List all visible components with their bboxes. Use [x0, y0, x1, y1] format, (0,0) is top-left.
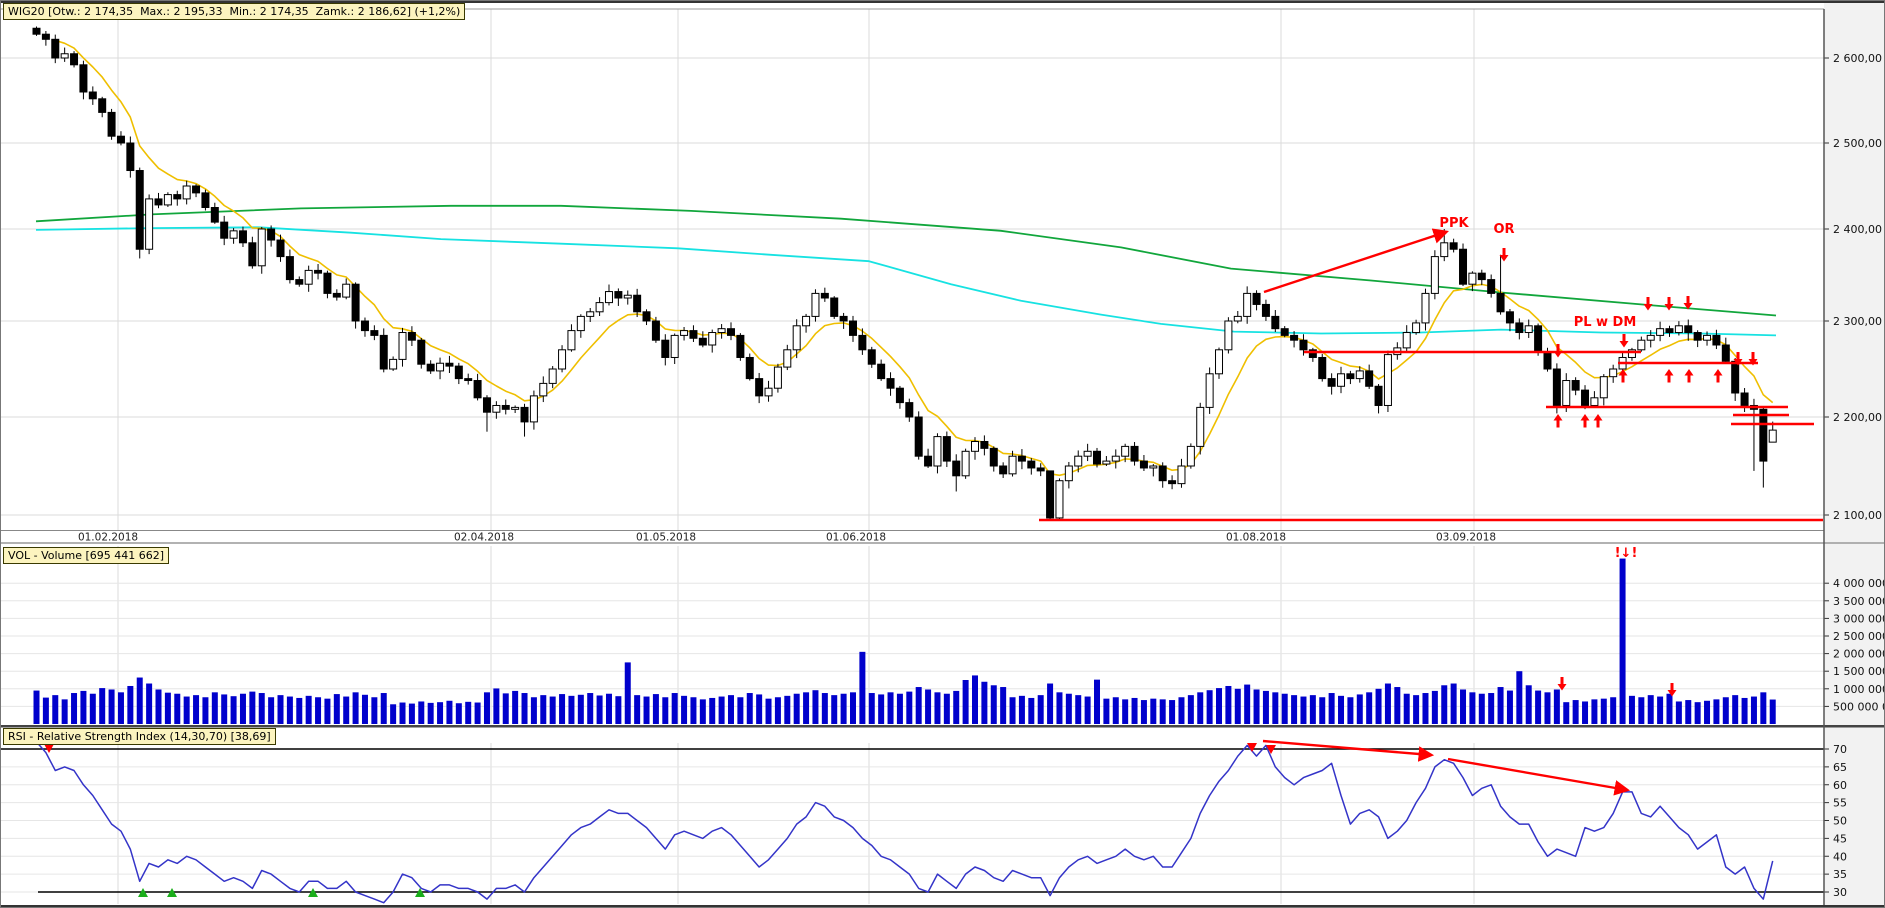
svg-text:2 200,00: 2 200,00 [1833, 411, 1882, 424]
svg-text:2 500 000 000: 2 500 000 000 [1833, 630, 1885, 643]
svg-text:2 400,00: 2 400,00 [1833, 223, 1882, 236]
svg-text:2 300,00: 2 300,00 [1833, 315, 1882, 328]
svg-text:01.06.2018: 01.06.2018 [826, 532, 886, 544]
svg-text:30: 30 [1833, 886, 1847, 899]
svg-text:2 600,00: 2 600,00 [1833, 52, 1882, 65]
svg-text:PPK: PPK [1439, 216, 1469, 231]
svg-text:60: 60 [1833, 779, 1847, 792]
svg-text:01.05.2018: 01.05.2018 [636, 532, 696, 544]
svg-text:PL w DM: PL w DM [1574, 315, 1637, 330]
svg-text:OR: OR [1493, 222, 1514, 237]
svg-text:03.09.2018: 03.09.2018 [1436, 532, 1496, 544]
svg-text:3 500 000 000: 3 500 000 000 [1833, 595, 1885, 608]
instrument-title-box[interactable]: WIG20 [Otw.: 2 174,35 Max.: 2 195,33 Min… [3, 3, 466, 20]
svg-text:2 100,00: 2 100,00 [1833, 509, 1882, 522]
svg-text:35: 35 [1833, 868, 1847, 881]
svg-text:500 000 000: 500 000 000 [1833, 700, 1885, 713]
svg-text:3 000 000 000: 3 000 000 000 [1833, 612, 1885, 625]
svg-text:40: 40 [1833, 850, 1847, 863]
charting-app-window: 2 600,00 2 500,00 2 400,00 2 300,00 2 200,00… [0, 0, 1885, 908]
svg-text:01.08.2018: 01.08.2018 [1226, 532, 1286, 544]
svg-text:2 500,00: 2 500,00 [1833, 137, 1882, 150]
svg-text:55: 55 [1833, 797, 1847, 810]
svg-text:1 000 000 000: 1 000 000 000 [1833, 683, 1885, 696]
svg-text:2 000 000 000: 2 000 000 000 [1833, 648, 1885, 661]
svg-text:70: 70 [1833, 743, 1847, 756]
svg-text:4 000 000 000: 4 000 000 000 [1833, 577, 1885, 590]
svg-text:!↓!: !↓! [1615, 546, 1638, 561]
price-volume-rsi-chart-canvas[interactable]: 2 600,00 2 500,00 2 400,00 2 300,00 2 200,00… [1, 1, 1885, 908]
rsi-indicator-label[interactable]: RSI - Relative Strength Index (14,30,70)… [3, 728, 276, 745]
svg-text:45: 45 [1833, 832, 1847, 845]
volume-indicator-label[interactable]: VOL - Volume [695 441 662] [3, 547, 170, 564]
svg-text:01.02.2018: 01.02.2018 [78, 532, 138, 544]
svg-text:02.04.2018: 02.04.2018 [454, 532, 514, 544]
svg-text:50: 50 [1833, 815, 1847, 828]
svg-text:65: 65 [1833, 761, 1847, 774]
svg-text:1 500 000 000: 1 500 000 000 [1833, 665, 1885, 678]
